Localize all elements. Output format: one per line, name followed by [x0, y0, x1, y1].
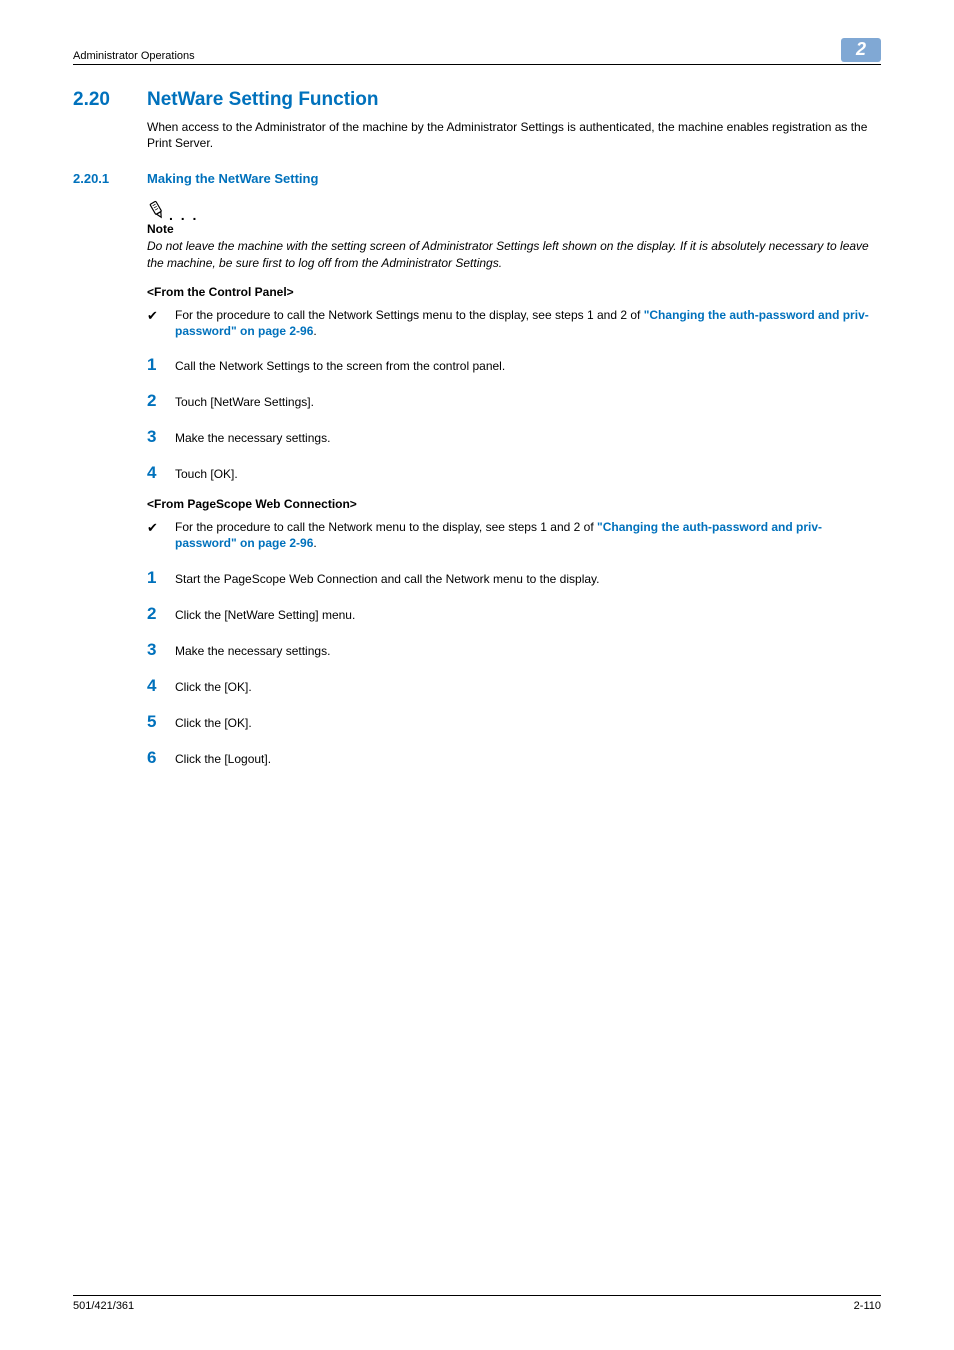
step-text: Touch [OK].: [175, 467, 238, 481]
chapter-badge: 2: [841, 38, 881, 62]
wc-step-4: 4 Click the [OK].: [147, 676, 881, 696]
section-number: 2.20: [73, 89, 147, 111]
footer-model: 501/421/361: [73, 1300, 134, 1312]
step-number: 3: [147, 427, 175, 447]
web-connection-heading: <From PageScope Web Connection>: [147, 497, 881, 511]
wc-step-5: 5 Click the [OK].: [147, 712, 881, 732]
cp-prereq-text: For the procedure to call the Network Se…: [175, 307, 881, 339]
cp-prereq-bullet: ✔ For the procedure to call the Network …: [147, 307, 881, 339]
checkmark-icon: ✔: [147, 307, 175, 325]
step-text: Click the [NetWare Setting] menu.: [175, 608, 355, 622]
note-block: . . . Note Do not leave the machine with…: [147, 200, 881, 270]
section-heading: 2.20 NetWare Setting Function: [73, 89, 881, 111]
cp-step-2: 2 Touch [NetWare Settings].: [147, 391, 881, 411]
cp-step-3: 3 Make the necessary settings.: [147, 427, 881, 447]
step-number: 4: [147, 676, 175, 696]
step-text: Make the necessary settings.: [175, 644, 330, 658]
section-title: NetWare Setting Function: [147, 89, 379, 111]
subsection-title: Making the NetWare Setting: [147, 171, 318, 186]
step-text: Click the [Logout].: [175, 752, 271, 766]
wc-step-6: 6 Click the [Logout].: [147, 748, 881, 768]
step-number: 3: [147, 640, 175, 660]
control-panel-heading: <From the Control Panel>: [147, 285, 881, 299]
step-text: Click the [OK].: [175, 680, 252, 694]
note-icon: [147, 200, 167, 220]
section-intro-text: When access to the Administrator of the …: [147, 119, 881, 151]
page-header: Administrator Operations 2: [73, 38, 881, 65]
note-dots: . . .: [169, 207, 198, 223]
footer-page-number: 2-110: [854, 1300, 881, 1312]
wc-step-3: 3 Make the necessary settings.: [147, 640, 881, 660]
step-text: Start the PageScope Web Connection and c…: [175, 572, 599, 586]
cp-step-4: 4 Touch [OK].: [147, 463, 881, 483]
step-number: 5: [147, 712, 175, 732]
cp-prereq-pre: For the procedure to call the Network Se…: [175, 308, 644, 322]
step-number: 1: [147, 355, 175, 375]
subsection-heading: 2.20.1 Making the NetWare Setting: [73, 171, 881, 186]
checkmark-icon: ✔: [147, 519, 175, 537]
step-number: 2: [147, 604, 175, 624]
wc-step-2: 2 Click the [NetWare Setting] menu.: [147, 604, 881, 624]
note-text: Do not leave the machine with the settin…: [147, 238, 881, 270]
subsection-number: 2.20.1: [73, 171, 147, 186]
wc-prereq-bullet: ✔ For the procedure to call the Network …: [147, 519, 881, 551]
note-label: Note: [147, 222, 881, 236]
step-text: Call the Network Settings to the screen …: [175, 359, 505, 373]
step-number: 4: [147, 463, 175, 483]
header-section-title: Administrator Operations: [73, 50, 195, 62]
wc-prereq-pre: For the procedure to call the Network me…: [175, 520, 597, 534]
wc-step-1: 1 Start the PageScope Web Connection and…: [147, 568, 881, 588]
page-footer: 501/421/361 2-110: [73, 1295, 881, 1312]
cp-prereq-post: .: [313, 324, 316, 338]
cp-step-1: 1 Call the Network Settings to the scree…: [147, 355, 881, 375]
step-number: 6: [147, 748, 175, 768]
wc-prereq-post: .: [313, 536, 316, 550]
step-text: Click the [OK].: [175, 716, 252, 730]
step-text: Make the necessary settings.: [175, 431, 330, 445]
wc-prereq-text: For the procedure to call the Network me…: [175, 519, 881, 551]
step-number: 1: [147, 568, 175, 588]
step-text: Touch [NetWare Settings].: [175, 395, 314, 409]
step-number: 2: [147, 391, 175, 411]
